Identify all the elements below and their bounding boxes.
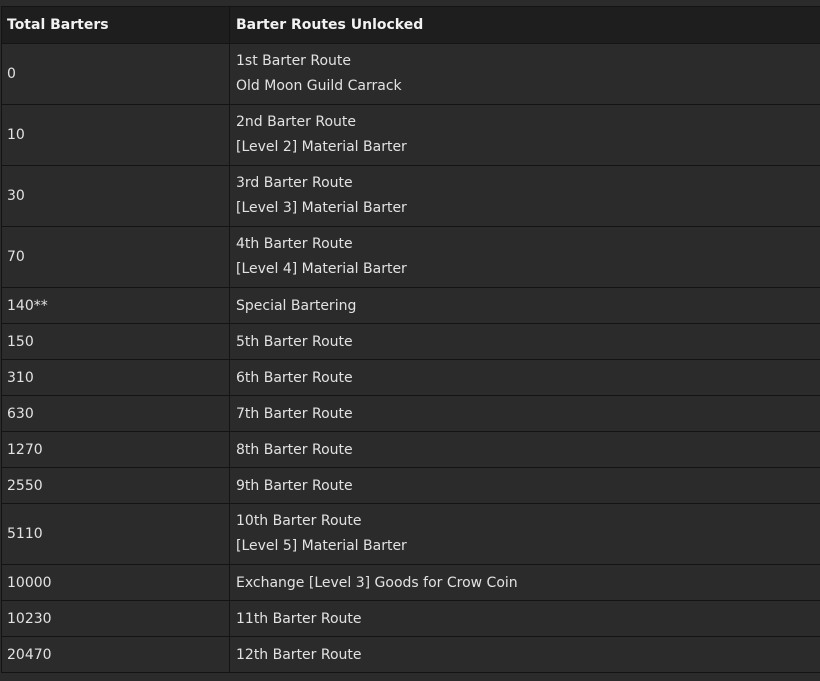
routes-cell: 5th Barter Route [229,323,820,360]
routes-cell: 3rd Barter Route [Level 3] Material Bart… [229,165,820,227]
route-line: [Level 4] Material Barter [236,261,407,277]
total-barters-cell: 630 [1,395,230,432]
total-barters-cell: 0 [1,43,230,105]
route-line: [Level 2] Material Barter [236,139,407,155]
route-line: 4th Barter Route [236,236,353,252]
route-line: 10th Barter Route [236,513,362,529]
routes-cell: 8th Barter Route [229,431,820,468]
table-row: 10 2nd Barter Route [Level 2] Material B… [1,104,820,166]
routes-cell: 11th Barter Route [229,600,820,637]
table-row: 10000 Exchange [Level 3] Goods for Crow … [1,564,820,601]
total-barters-cell: 150 [1,323,230,360]
total-barters-cell: 2550 [1,467,230,504]
routes-cell: 12th Barter Route [229,636,820,673]
total-barters-cell: 140** [1,287,230,324]
barter-routes-table: Total Barters Barter Routes Unlocked 0 1… [1,6,820,673]
total-barters-cell: 10230 [1,600,230,637]
route-line: 2nd Barter Route [236,114,357,130]
table-row: 1270 8th Barter Route [1,431,820,468]
table-row: 0 1st Barter Route Old Moon Guild Carrac… [1,43,820,105]
table-row: 70 4th Barter Route [Level 4] Material B… [1,226,820,288]
routes-cell: Exchange [Level 3] Goods for Crow Coin [229,564,820,601]
header-barter-routes-unlocked: Barter Routes Unlocked [229,6,820,44]
total-barters-cell: 10000 [1,564,230,601]
table-row: 140** Special Bartering [1,287,820,324]
route-line: [Level 5] Material Barter [236,538,407,554]
table-row: 20470 12th Barter Route [1,636,820,673]
routes-cell: 6th Barter Route [229,359,820,396]
routes-cell: 7th Barter Route [229,395,820,432]
total-barters-cell: 310 [1,359,230,396]
table-row: 30 3rd Barter Route [Level 3] Material B… [1,165,820,227]
routes-cell: 1st Barter Route Old Moon Guild Carrack [229,43,820,105]
total-barters-cell: 70 [1,226,230,288]
table-row: 5110 10th Barter Route [Level 5] Materia… [1,503,820,565]
total-barters-cell: 1270 [1,431,230,468]
routes-cell: Special Bartering [229,287,820,324]
routes-cell: 4th Barter Route [Level 4] Material Bart… [229,226,820,288]
table-row: 150 5th Barter Route [1,323,820,360]
total-barters-cell: 20470 [1,636,230,673]
route-line: [Level 3] Material Barter [236,200,407,216]
routes-cell: 10th Barter Route [Level 5] Material Bar… [229,503,820,565]
table-row: 630 7th Barter Route [1,395,820,432]
route-line: 3rd Barter Route [236,175,353,191]
total-barters-cell: 30 [1,165,230,227]
routes-cell: 2nd Barter Route [Level 2] Material Bart… [229,104,820,166]
table-row: 10230 11th Barter Route [1,600,820,637]
total-barters-cell: 5110 [1,503,230,565]
total-barters-cell: 10 [1,104,230,166]
table-header-row: Total Barters Barter Routes Unlocked [1,6,820,44]
table-body: 0 1st Barter Route Old Moon Guild Carrac… [1,43,820,673]
table-row: 310 6th Barter Route [1,359,820,396]
header-total-barters: Total Barters [1,6,230,44]
route-line: Old Moon Guild Carrack [236,78,402,94]
routes-cell: 9th Barter Route [229,467,820,504]
route-line: 1st Barter Route [236,53,352,69]
table-row: 2550 9th Barter Route [1,467,820,504]
